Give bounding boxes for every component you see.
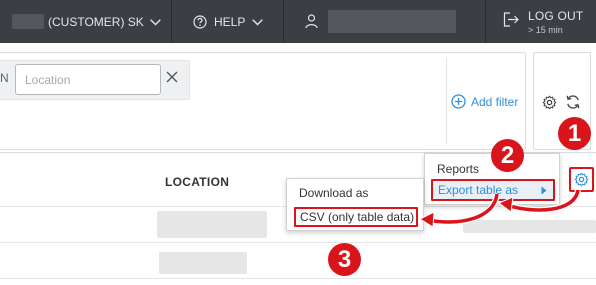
username-redacted <box>328 10 456 33</box>
table-cell-redacted <box>463 220 596 233</box>
topbar-divider <box>485 0 486 43</box>
menu-item-reports[interactable]: Reports <box>437 162 479 176</box>
export-table-as-label: Export table as <box>438 183 519 197</box>
step-badge-1: 1 <box>558 117 591 150</box>
topbar-divider <box>171 0 172 43</box>
customer-id-redacted <box>12 14 44 29</box>
add-filter-button[interactable]: Add filter <box>451 94 518 109</box>
filter-chip-label: N <box>0 71 9 85</box>
table-cell-redacted <box>157 211 267 238</box>
menu-item-export-table-as[interactable]: Export table as <box>431 179 555 201</box>
step-badge-3: 3 <box>328 243 361 276</box>
customer-label: (CUSTOMER) SK <box>48 15 144 29</box>
app-screen: (CUSTOMER) SK HELP LOG OUT > 15 min N Ad… <box>0 0 596 285</box>
user-icon <box>305 14 318 29</box>
table-cell-redacted <box>159 252 247 274</box>
chevron-down-icon <box>150 18 161 25</box>
export-csv-option[interactable]: CSV (only table data) <box>294 207 418 227</box>
customer-selector[interactable]: (CUSTOMER) SK <box>48 14 161 30</box>
logout-button[interactable]: LOG OUT > 15 min <box>503 7 593 37</box>
refresh-icon[interactable] <box>565 94 581 110</box>
logout-icon <box>503 12 519 27</box>
submenu-heading-download-as: Download as <box>299 186 369 200</box>
panel-divider <box>446 58 447 144</box>
table-row-divider <box>0 242 596 243</box>
help-circle-icon <box>193 15 207 29</box>
chevron-right-icon <box>541 186 547 195</box>
column-settings-button[interactable] <box>569 167 594 192</box>
plus-circle-icon <box>451 94 466 109</box>
gear-icon <box>574 172 589 187</box>
help-label: HELP <box>214 15 246 29</box>
help-menu[interactable]: HELP <box>193 14 264 30</box>
location-filter-input[interactable] <box>15 64 161 95</box>
column-header-location[interactable]: LOCATION <box>165 175 229 189</box>
top-navigation-bar: (CUSTOMER) SK HELP LOG OUT > 15 min <box>0 0 596 43</box>
session-timer: > 15 min <box>528 25 563 35</box>
chevron-down-icon <box>252 18 264 25</box>
add-filter-label: Add filter <box>471 94 519 109</box>
table-row-divider <box>0 278 596 279</box>
close-icon[interactable] <box>165 70 179 84</box>
logout-label: LOG OUT <box>528 9 584 23</box>
export-submenu: Download as CSV (only table data) <box>286 178 424 231</box>
topbar-divider <box>283 0 284 43</box>
gear-icon[interactable] <box>542 95 557 110</box>
step-badge-2: 2 <box>491 139 524 172</box>
